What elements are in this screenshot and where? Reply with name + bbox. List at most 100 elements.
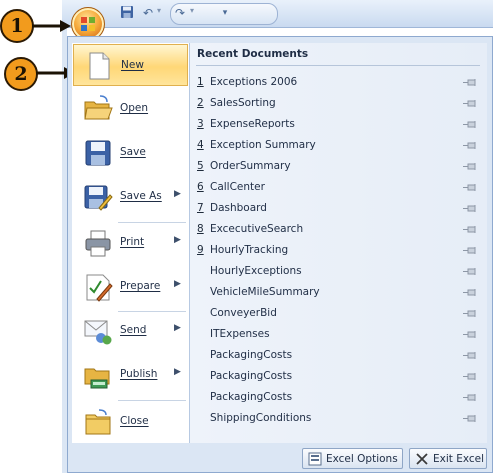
recent-document-name: HourlyTracking — [210, 244, 289, 256]
recent-document-number: 7 — [197, 202, 204, 214]
pin-icon[interactable] — [463, 78, 477, 87]
recent-document-name: Exceptions 2006 — [210, 76, 298, 88]
recent-document-name: Exception Summary — [210, 139, 316, 151]
recent-document-name: PackagingCosts — [210, 349, 293, 361]
menu-item-print[interactable]: Print ▶ — [73, 222, 188, 264]
save-as-icon — [84, 185, 113, 211]
recent-document-item[interactable]: 1 Exceptions 2006 — [190, 72, 487, 93]
pin-icon[interactable] — [463, 246, 477, 255]
floppy-disk-icon — [85, 140, 111, 166]
menu-item-close[interactable]: Close — [73, 401, 188, 443]
pin-icon[interactable] — [463, 351, 477, 360]
menu-item-prepare[interactable]: Prepare ▶ — [73, 266, 188, 308]
menu-footer: Excel Options Exit Excel — [68, 443, 492, 472]
recent-document-item[interactable]: 2 SalesSorting — [190, 93, 487, 114]
recent-document-number: 8 — [197, 223, 204, 235]
recent-document-item[interactable]: 8 ExcecutiveSearch — [190, 219, 487, 240]
pin-icon[interactable] — [463, 162, 477, 171]
recent-document-name: SalesSorting — [210, 97, 276, 109]
office-menu: New Open Save Save As ▶ Print ▶ Prepare … — [67, 36, 493, 473]
recent-document-item[interactable]: HourlyExceptions — [190, 261, 487, 282]
recent-document-item[interactable]: PackagingCosts — [190, 366, 487, 387]
pin-icon[interactable] — [463, 225, 477, 234]
recent-documents-title: Recent Documents — [197, 48, 309, 60]
recent-document-item[interactable]: 7 Dashboard — [190, 198, 487, 219]
submenu-arrow-icon: ▶ — [174, 189, 181, 199]
pin-icon[interactable] — [463, 120, 477, 129]
submenu-arrow-icon: ▶ — [174, 367, 181, 377]
pin-icon[interactable] — [463, 288, 477, 297]
recent-document-item[interactable]: PackagingCosts — [190, 345, 487, 366]
quick-access-toolbar: ↶ ▾ ↷ ▾ ▾ — [62, 0, 493, 28]
recent-document-name: PackagingCosts — [210, 391, 293, 403]
recent-document-item[interactable]: VehicleMileSummary — [190, 282, 487, 303]
printer-icon — [85, 230, 111, 257]
menu-item-publish[interactable]: Publish ▶ — [73, 354, 188, 396]
recent-document-name: CallCenter — [210, 181, 265, 193]
recent-document-name: ConveyerBid — [210, 307, 277, 319]
menu-item-label: Prepare — [120, 280, 161, 292]
recent-document-name: ExpenseReports — [210, 118, 295, 130]
callout-1-arrow — [32, 20, 71, 32]
customize-toolbar-icon[interactable]: ▾ — [217, 5, 233, 21]
pin-icon[interactable] — [463, 267, 477, 276]
menu-item-save-as[interactable]: Save As ▶ — [73, 176, 188, 218]
submenu-arrow-icon: ▶ — [174, 323, 181, 333]
pin-icon[interactable] — [463, 99, 477, 108]
save-icon[interactable] — [119, 5, 135, 21]
recent-document-item[interactable]: 4 Exception Summary — [190, 135, 487, 156]
menu-commands: New Open Save Save As ▶ Print ▶ Prepare … — [72, 43, 190, 443]
new-document-icon — [89, 52, 110, 80]
menu-item-save[interactable]: Save — [73, 132, 188, 174]
recent-documents-pane: Recent Documents 1 Exceptions 2006 2 SalesS… — [189, 43, 487, 443]
options-icon — [308, 452, 322, 465]
recent-document-item[interactable]: 6 CallCenter — [190, 177, 487, 198]
pin-icon[interactable] — [463, 414, 477, 423]
submenu-arrow-icon: ▶ — [174, 279, 181, 289]
pin-icon[interactable] — [463, 372, 477, 381]
pin-icon[interactable] — [463, 309, 477, 318]
menu-item-label: Publish — [120, 368, 158, 380]
pin-icon[interactable] — [463, 393, 477, 402]
recent-document-name: ExcecutiveSearch — [210, 223, 304, 235]
undo-dropdown-icon[interactable]: ▾ — [157, 6, 161, 15]
open-folder-icon — [84, 95, 113, 120]
menu-item-label: Print — [120, 236, 145, 248]
menu-item-new[interactable]: New — [73, 44, 188, 86]
menu-item-label: Send — [120, 324, 147, 336]
recent-document-item[interactable]: ITExpenses — [190, 324, 487, 345]
recent-document-number: 1 — [197, 76, 204, 88]
recent-document-number: 5 — [197, 160, 204, 172]
redo-dropdown-icon[interactable]: ▾ — [190, 6, 194, 15]
menu-item-send[interactable]: Send ▶ — [73, 310, 188, 352]
recent-document-name: HourlyExceptions — [210, 265, 302, 277]
recent-document-name: ShippingConditions — [210, 412, 312, 424]
callout-1: 1 — [0, 9, 34, 43]
pin-icon[interactable] — [463, 330, 477, 339]
excel-options-button[interactable]: Excel Options — [302, 448, 403, 469]
menu-item-label: New — [121, 59, 144, 71]
recent-document-number: 6 — [197, 181, 204, 193]
office-logo-icon — [81, 17, 95, 31]
exit-excel-button[interactable]: Exit Excel — [409, 448, 487, 469]
pin-icon[interactable] — [463, 204, 477, 213]
recent-document-item[interactable]: PackagingCosts — [190, 387, 487, 408]
exit-excel-label: Exit Excel — [433, 452, 485, 465]
pin-icon[interactable] — [463, 183, 477, 192]
menu-item-open[interactable]: Open — [73, 88, 188, 130]
recent-document-item[interactable]: 9 HourlyTracking — [190, 240, 487, 261]
undo-icon[interactable]: ↶ — [140, 5, 156, 21]
recent-document-number: 9 — [197, 244, 204, 256]
recent-document-number: 3 — [197, 118, 204, 130]
pin-icon[interactable] — [463, 141, 477, 150]
submenu-arrow-icon: ▶ — [174, 235, 181, 245]
recent-document-item[interactable]: ShippingConditions — [190, 408, 487, 429]
recent-document-name: ITExpenses — [210, 328, 270, 340]
menu-item-label: Close — [120, 415, 149, 427]
recent-document-item[interactable]: 3 ExpenseReports — [190, 114, 487, 135]
recent-document-item[interactable]: 5 OrderSummary — [190, 156, 487, 177]
recent-document-item[interactable]: ConveyerBid — [190, 303, 487, 324]
redo-icon[interactable]: ↷ — [172, 5, 188, 21]
menu-item-label: Save As — [120, 190, 162, 202]
recent-document-name: VehicleMileSummary — [210, 286, 320, 298]
